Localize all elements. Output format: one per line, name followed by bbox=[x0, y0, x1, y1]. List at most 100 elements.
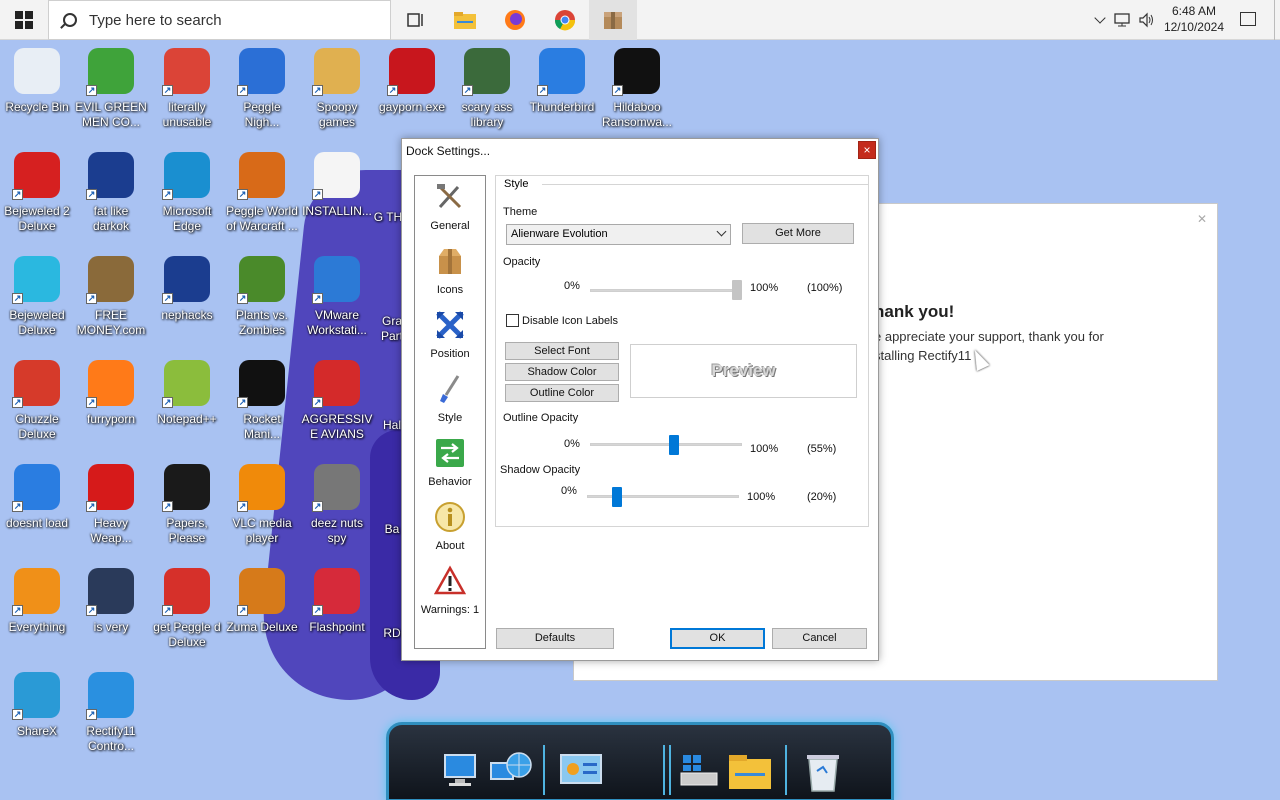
desktop-icon[interactable]: ↗ AGGRESSIVE AVIANS bbox=[300, 360, 374, 442]
shortcut-arrow-icon: ↗ bbox=[312, 85, 323, 96]
opacity-slider-track[interactable] bbox=[590, 289, 740, 292]
desktop-icon[interactable]: ↗ ShareX bbox=[0, 672, 74, 739]
desktop-icon-label: doesnt load bbox=[5, 516, 69, 530]
desktop-icon[interactable]: ↗ Peggle World of Warcraft ... bbox=[225, 152, 299, 234]
desktop-icon[interactable]: ↗ Microsoft Edge bbox=[150, 152, 224, 234]
get-more-button[interactable]: Get More bbox=[742, 223, 854, 244]
desktop-icon[interactable]: ↗ Everything bbox=[0, 568, 74, 635]
control-panel-icon[interactable] bbox=[559, 749, 605, 795]
computer-icon[interactable] bbox=[441, 749, 487, 795]
message-line-2: stalling Rectify11 bbox=[874, 348, 972, 363]
desktop-icon[interactable]: ↗ gayporn.exe bbox=[375, 48, 449, 115]
radiation-icon: ↗ bbox=[86, 464, 134, 512]
disable-icon-labels-checkbox[interactable] bbox=[506, 314, 519, 327]
behavior-arrows-icon bbox=[436, 439, 464, 467]
folder-icon[interactable] bbox=[727, 749, 773, 795]
desktop-icon[interactable]: ↗ EVIL GREEN MEN CO... bbox=[74, 48, 148, 130]
package-icon[interactable] bbox=[599, 6, 627, 34]
tools-icon bbox=[437, 184, 462, 209]
desktop-icon[interactable]: ↗ furryporn bbox=[74, 360, 148, 427]
message-line-1: e appreciate your support, thank you for bbox=[874, 329, 1104, 344]
desktop-icon[interactable]: Recycle Bin bbox=[0, 48, 74, 115]
select-font-button[interactable]: Select Font bbox=[505, 342, 619, 360]
shortcut-arrow-icon: ↗ bbox=[86, 605, 97, 616]
taskbar-clock[interactable]: 6:48 AM 12/10/2024 bbox=[1164, 3, 1224, 35]
close-icon[interactable]: ✕ bbox=[1197, 212, 1207, 226]
show-desktop-button[interactable] bbox=[1274, 0, 1280, 40]
close-button[interactable]: × bbox=[858, 141, 876, 159]
network-icon[interactable] bbox=[1114, 12, 1132, 28]
nav-about[interactable]: About bbox=[415, 501, 485, 552]
nav-general[interactable]: General bbox=[415, 181, 485, 232]
library-icon: ↗ bbox=[462, 48, 510, 96]
chrome-icon[interactable] bbox=[551, 6, 579, 34]
desktop-icon[interactable]: ↗ Zuma Deluxe bbox=[225, 568, 299, 635]
start-button[interactable] bbox=[0, 0, 48, 40]
file-explorer-icon[interactable] bbox=[451, 6, 479, 34]
nav-icons[interactable]: Icons bbox=[415, 245, 485, 296]
desktop-icon[interactable]: ↗ Peggle Nigh... bbox=[225, 48, 299, 130]
desktop-icon[interactable]: ↗ Bejeweled Deluxe bbox=[0, 256, 74, 338]
desktop-icon[interactable]: ↗ Spoopy games bbox=[300, 48, 374, 130]
nav-position[interactable]: Position bbox=[415, 309, 485, 360]
shadow-color-button[interactable]: Shadow Color bbox=[505, 363, 619, 381]
defaults-button[interactable]: Defaults bbox=[496, 628, 614, 649]
outline-slider-thumb[interactable] bbox=[668, 435, 679, 455]
desktop-icon[interactable]: ↗ INSTALLIN... bbox=[300, 152, 374, 219]
desktop-icon[interactable]: ↗ get Peggle d Deluxe bbox=[150, 568, 224, 650]
desktop-icon[interactable]: ↗ scary ass library bbox=[450, 48, 524, 130]
cancel-button[interactable]: Cancel bbox=[772, 628, 867, 649]
desktop-icon[interactable]: ↗ fat like darkok bbox=[74, 152, 148, 234]
desktop-icon[interactable]: ↗ VMware Workstati... bbox=[300, 256, 374, 338]
nav-warnings[interactable]: Warnings: 1 bbox=[415, 565, 485, 616]
shadow-slider-track[interactable] bbox=[587, 495, 739, 498]
ok-button[interactable]: OK bbox=[670, 628, 765, 649]
shortcut-arrow-icon: ↗ bbox=[162, 85, 173, 96]
shadow-slider-thumb[interactable] bbox=[612, 487, 623, 507]
desktop-icon[interactable]: ↗ deez nuts spy bbox=[300, 464, 374, 546]
rocket-icon: ↗ bbox=[237, 360, 285, 408]
taskbar-search[interactable]: Type here to search bbox=[48, 0, 391, 40]
desktop-icon[interactable]: ↗ doesnt load bbox=[0, 464, 74, 531]
dock-separator bbox=[669, 745, 671, 795]
nav-behavior[interactable]: Behavior bbox=[415, 437, 485, 488]
desktop-icon[interactable]: ↗ Thunderbird bbox=[525, 48, 599, 115]
desktop-icon[interactable]: ↗ Notepad++ bbox=[150, 360, 224, 427]
shortcut-arrow-icon: ↗ bbox=[86, 397, 97, 408]
nav-style[interactable]: Style bbox=[415, 373, 485, 424]
desktop-icon-label: Rocket Mani... bbox=[243, 412, 281, 441]
desktop-icon[interactable]: ↗ Rectify11 Contro... bbox=[74, 672, 148, 754]
desktop-icon[interactable]: ↗ literally unusable bbox=[150, 48, 224, 130]
network-icon[interactable] bbox=[489, 749, 535, 795]
recycle-bin-icon[interactable] bbox=[801, 749, 847, 795]
nav-label: Style bbox=[437, 412, 463, 424]
desktop-icon[interactable]: ↗ Heavy Weap... bbox=[74, 464, 148, 546]
desktop-icon-label: VLC media player bbox=[232, 516, 292, 545]
desktop-icon[interactable]: ↗ Chuzzle Deluxe bbox=[0, 360, 74, 442]
desktop-icon-label: Spoopy games bbox=[316, 100, 358, 129]
task-view-icon[interactable] bbox=[402, 6, 430, 34]
outline-slider-track[interactable] bbox=[590, 443, 742, 446]
desktop-icon[interactable]: ↗ Papers, Please bbox=[150, 464, 224, 546]
everything-icon: ↗ bbox=[12, 568, 60, 616]
outline-color-button[interactable]: Outline Color bbox=[505, 384, 619, 402]
desktop-icon[interactable]: ↗ is very bbox=[74, 568, 148, 635]
desktop-icon[interactable]: ↗ Bejeweled 2 Deluxe bbox=[0, 152, 74, 234]
desktop-icon[interactable]: ↗ Hildaboo Ransomwa... bbox=[600, 48, 674, 130]
desktop-icon[interactable]: ↗ Plants vs. Zombies bbox=[225, 256, 299, 338]
desktop-icon[interactable]: ↗ VLC media player bbox=[225, 464, 299, 546]
desktop-icon[interactable]: ↗ Rocket Mani... bbox=[225, 360, 299, 442]
firefox-icon[interactable] bbox=[501, 6, 529, 34]
notification-icon[interactable] bbox=[1240, 12, 1256, 26]
chevron-up-icon[interactable] bbox=[1094, 12, 1106, 24]
desktop-icon[interactable]: ↗ Flashpoint bbox=[300, 568, 374, 635]
shortcut-arrow-icon: ↗ bbox=[312, 189, 323, 200]
theme-select[interactable]: Alienware Evolution bbox=[506, 224, 731, 245]
opacity-slider-thumb[interactable] bbox=[732, 280, 742, 300]
desktop-icon[interactable]: ↗ nephacks bbox=[150, 256, 224, 323]
clock-time: 6:48 AM bbox=[1171, 4, 1216, 18]
volume-icon[interactable] bbox=[1138, 12, 1156, 28]
desktop-icon[interactable]: ↗ FREE MONEY.com bbox=[74, 256, 148, 338]
desktop-icon-label: Heavy Weap... bbox=[90, 516, 132, 545]
windows-drive-icon[interactable] bbox=[677, 749, 723, 795]
